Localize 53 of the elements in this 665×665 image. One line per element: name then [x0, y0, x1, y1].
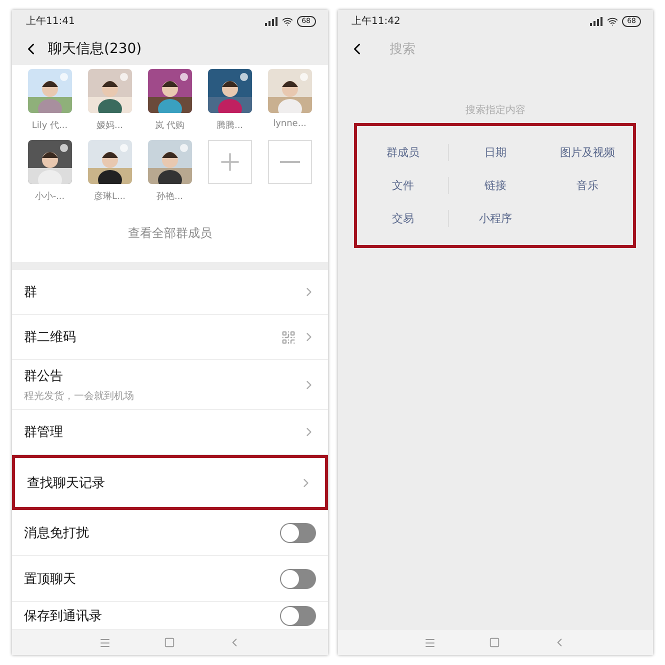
search-category-link[interactable]: 群成员	[357, 144, 450, 161]
signal-icon	[264, 16, 278, 26]
qr-code-icon	[280, 330, 296, 344]
settings-row[interactable]: 群管理	[12, 410, 328, 455]
settings-row[interactable]: 群公告 程光发货，一会就到机场	[12, 360, 328, 410]
status-time: 上午11:42	[352, 14, 400, 28]
settings-row[interactable]: 置顶聊天	[12, 556, 328, 602]
toggle-switch[interactable]	[280, 568, 316, 588]
wifi-icon	[282, 16, 293, 26]
search-category-link[interactable]: 小程序	[449, 210, 542, 227]
row-label: 查找聊天记录	[27, 474, 105, 492]
row-label: 群管理	[24, 424, 63, 441]
status-time: 上午11:41	[26, 14, 75, 28]
menu-icon[interactable]	[424, 636, 436, 648]
wifi-icon	[607, 16, 618, 26]
member-name: 孙艳...	[156, 190, 184, 203]
signal-icon	[590, 16, 604, 26]
menu-icon[interactable]	[98, 636, 111, 648]
row-label: 消息免打扰	[24, 524, 89, 542]
window-title: 聊天信息(230)	[48, 40, 142, 58]
member-name: 小小-...	[34, 190, 65, 203]
view-all-members-link[interactable]: 查看全部群成员	[128, 225, 212, 242]
search-category-link[interactable]: 交易	[357, 210, 450, 227]
settings-row[interactable]: 群二维码	[12, 315, 328, 360]
search-hint: 搜索指定内容	[465, 104, 526, 117]
search-category-link[interactable]: 文件	[357, 177, 450, 194]
toggle-switch[interactable]	[280, 606, 316, 626]
search-field[interactable]: 搜索	[388, 40, 592, 57]
minus-icon	[280, 161, 300, 163]
member-name: lynne...	[273, 119, 306, 129]
row-subtitle: 程光发货，一会就到机场	[24, 390, 134, 402]
member-name: 腾腾...	[216, 120, 244, 132]
home-icon[interactable]	[164, 637, 175, 648]
search-category-link[interactable]: 日期	[449, 144, 542, 161]
member-name: 岚 代购	[154, 120, 185, 132]
add-member-button[interactable]	[208, 140, 252, 184]
row-label: 群	[24, 284, 37, 301]
settings-row[interactable]: 查找聊天记录	[12, 455, 328, 510]
search-category-link[interactable]: 图片及视频	[541, 144, 634, 161]
row-label: 置顶聊天	[24, 570, 76, 588]
remove-member-button[interactable]	[268, 140, 312, 184]
toggle-switch[interactable]	[280, 522, 316, 542]
settings-row[interactable]: 群	[12, 270, 328, 315]
member-name: 嫒妈...	[96, 120, 124, 132]
search-category-link[interactable]: 链接	[449, 177, 542, 194]
row-label: 群公告	[24, 368, 64, 384]
row-label: 保存到通讯录	[24, 608, 102, 624]
home-icon[interactable]	[489, 637, 500, 648]
search-category-link[interactable]: 音乐	[541, 177, 634, 194]
member-name: Lily 代...	[32, 120, 68, 132]
row-label: 群二维码	[24, 329, 76, 346]
settings-row[interactable]: 消息免打扰	[12, 510, 328, 556]
member-name: 彦琳L...	[94, 190, 126, 203]
